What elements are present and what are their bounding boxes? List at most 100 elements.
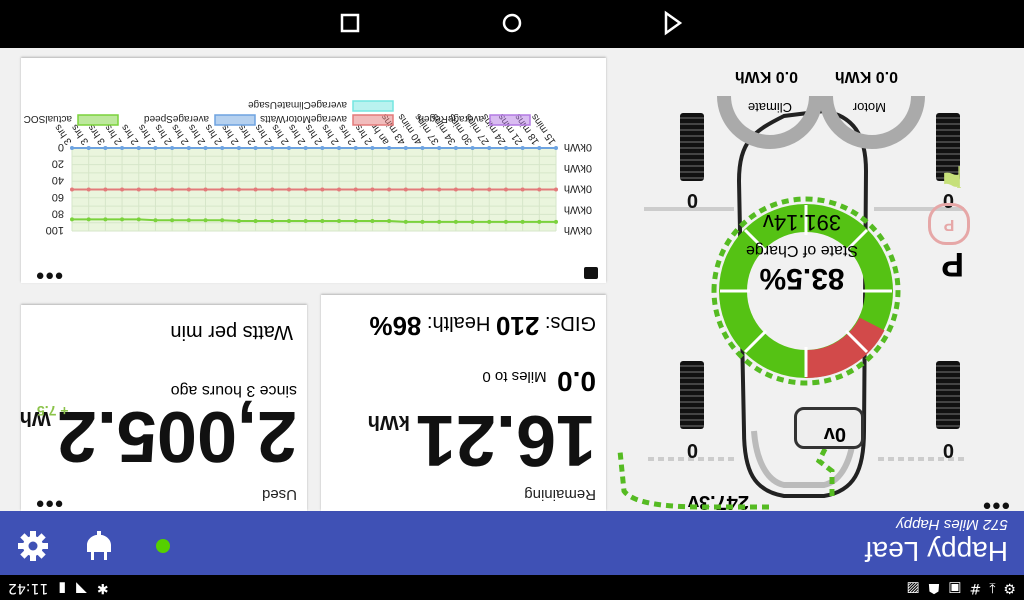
- chart-point-actualSOC: [220, 218, 225, 223]
- chart-point-averageSpeed: [370, 146, 375, 150]
- chart-legend-swatch: [77, 114, 119, 126]
- soc-label: State of Charge: [745, 242, 859, 259]
- page-root: ⚙ ⤓ # ▣ ☗ ▨ ✱ ◥ ▮ 11:42 Happy Leaf 572 M…: [0, 0, 1024, 600]
- back-icon[interactable]: [660, 10, 686, 36]
- chart-point-averageMotorWatts: [520, 187, 525, 192]
- remaining-label: Remaining: [524, 486, 596, 503]
- climate-value: 0.0 KWh: [734, 68, 798, 85]
- chart-point-actualSOC: [353, 219, 358, 224]
- health-label: Health:: [426, 312, 491, 334]
- chart-point-actualSOC: [203, 218, 208, 223]
- image-status-icon: ▨: [906, 580, 920, 596]
- chart-point-averageMotorWatts: [303, 187, 308, 192]
- climate-label: Climate: [747, 100, 792, 115]
- nav-bar: [0, 0, 1024, 48]
- chart-x-tick: 3 hrs: [53, 122, 75, 147]
- chart-point-averageMotorWatts: [220, 187, 225, 192]
- soc-percent: 83.5%: [759, 262, 845, 295]
- chart-point-averageMotorWatts: [353, 187, 358, 192]
- chart-legend-swatch: [352, 100, 394, 112]
- chart-point-actualSOC: [86, 217, 91, 222]
- chart-x-tick: 2 hrs: [119, 122, 141, 147]
- chart-point-actualSOC: [236, 219, 241, 224]
- connection-status-dot: [156, 539, 170, 553]
- chart-x-tick: 2 hrs: [303, 122, 325, 147]
- chart-point-averageMotorWatts: [503, 187, 508, 192]
- chart-point-averageMotorWatts: [236, 187, 241, 192]
- chart-point-averageSpeed: [420, 146, 425, 150]
- used-more-button[interactable]: •••: [35, 489, 63, 517]
- settings-icon[interactable]: [16, 529, 50, 563]
- plug-icon[interactable]: [84, 530, 114, 562]
- home-icon[interactable]: [499, 10, 525, 36]
- chart-right-tick: 0kWh: [564, 141, 592, 153]
- chart-y-tick: 80: [52, 207, 64, 219]
- chart-point-averageMotorWatts: [420, 187, 425, 192]
- chart-legend-label: averageMotorWatts: [260, 113, 347, 124]
- recents-icon[interactable]: [337, 10, 363, 36]
- chart-point-actualSOC: [253, 219, 258, 224]
- chart-point-averageSpeed: [103, 146, 108, 150]
- chart-point-averageMotorWatts: [203, 187, 208, 192]
- chart-point-actualSOC: [370, 219, 375, 224]
- chart-point-actualSOC: [420, 219, 425, 224]
- chart-right-tick: 0kWh: [564, 224, 592, 236]
- chart-point-averageSpeed: [270, 146, 275, 150]
- chart-point-averageMotorWatts: [554, 187, 558, 192]
- chart-point-actualSOC: [337, 219, 342, 224]
- chart-point-averageMotorWatts: [470, 187, 475, 192]
- chart-point-averageMotorWatts: [136, 187, 141, 192]
- chart-point-actualSOC: [286, 219, 291, 224]
- chart-point-averageSpeed: [170, 146, 175, 150]
- remaining-value: 16.21: [415, 400, 596, 480]
- chart-point-averageMotorWatts: [253, 187, 258, 192]
- chart-point-averageSpeed: [220, 146, 225, 150]
- history-chart: 0204060801000kWh0kWh0kWh0kWh0kWh15 mins1…: [24, 99, 592, 236]
- used-value: 2,005.2: [56, 396, 297, 476]
- chart-legend-label: averageClimateUsage: [248, 99, 347, 110]
- chart-point-averageSpeed: [86, 146, 91, 150]
- chart-point-averageSpeed: [453, 146, 458, 150]
- miles-label: Miles to 0: [482, 368, 547, 385]
- chart-point-actualSOC: [153, 218, 158, 223]
- chart-point-actualSOC: [70, 217, 74, 222]
- chart-point-actualSOC: [437, 219, 442, 224]
- download-status-icon: ⤓: [989, 580, 996, 596]
- chart-point-actualSOC: [537, 219, 542, 224]
- clock: 11:42: [8, 580, 49, 596]
- chart-x-tick: 2 hrs: [320, 122, 342, 147]
- chart-point-actualSOC: [554, 219, 558, 224]
- chart-x-tick: 2 hrs: [270, 122, 292, 147]
- chart-point-averageSpeed: [387, 146, 392, 150]
- used-since: since 3 hours ago: [170, 382, 297, 399]
- chart-point-averageSpeed: [236, 146, 241, 150]
- chart-legend-label: averageRegen: [418, 113, 484, 124]
- chart-point-averageSpeed: [320, 146, 325, 150]
- chart-point-averageSpeed: [153, 146, 158, 150]
- chart-point-averageSpeed: [120, 146, 125, 150]
- chart-point-averageSpeed: [353, 146, 358, 150]
- chart-point-averageMotorWatts: [370, 187, 375, 192]
- chart-point-averageMotorWatts: [403, 187, 408, 192]
- chart-point-averageSpeed: [303, 146, 308, 150]
- chart-point-averageSpeed: [337, 146, 342, 150]
- chart-point-actualSOC: [520, 219, 525, 224]
- chart-y-tick: 60: [52, 191, 64, 203]
- chart-point-averageMotorWatts: [170, 187, 175, 192]
- chart-point-actualSOC: [387, 219, 392, 224]
- chart-point-averageSpeed: [487, 146, 492, 150]
- chart-right-tick: 0kWh: [564, 183, 592, 195]
- chart-x-tick: 2 hrs: [136, 122, 158, 147]
- chart-legend-label: averageSpeed: [144, 113, 209, 124]
- chart-point-averageMotorWatts: [320, 187, 325, 192]
- gids-value: 210: [495, 311, 540, 341]
- chart-point-actualSOC: [270, 219, 275, 224]
- hashtag-status-icon: #: [969, 580, 982, 596]
- chart-y-tick: 100: [46, 224, 64, 236]
- car-panel: ••• 247.3v 0 0 0 0 0v P P ⚑ Motor 0.0 KW…: [604, 48, 1024, 519]
- chart-point-averageSpeed: [203, 146, 208, 150]
- chart-point-averageMotorWatts: [86, 187, 91, 192]
- chart-right-tick: 0kWh: [564, 162, 592, 174]
- chart-x-tick: 2 hrs: [253, 122, 275, 147]
- android-status-icon: ☗: [927, 580, 941, 596]
